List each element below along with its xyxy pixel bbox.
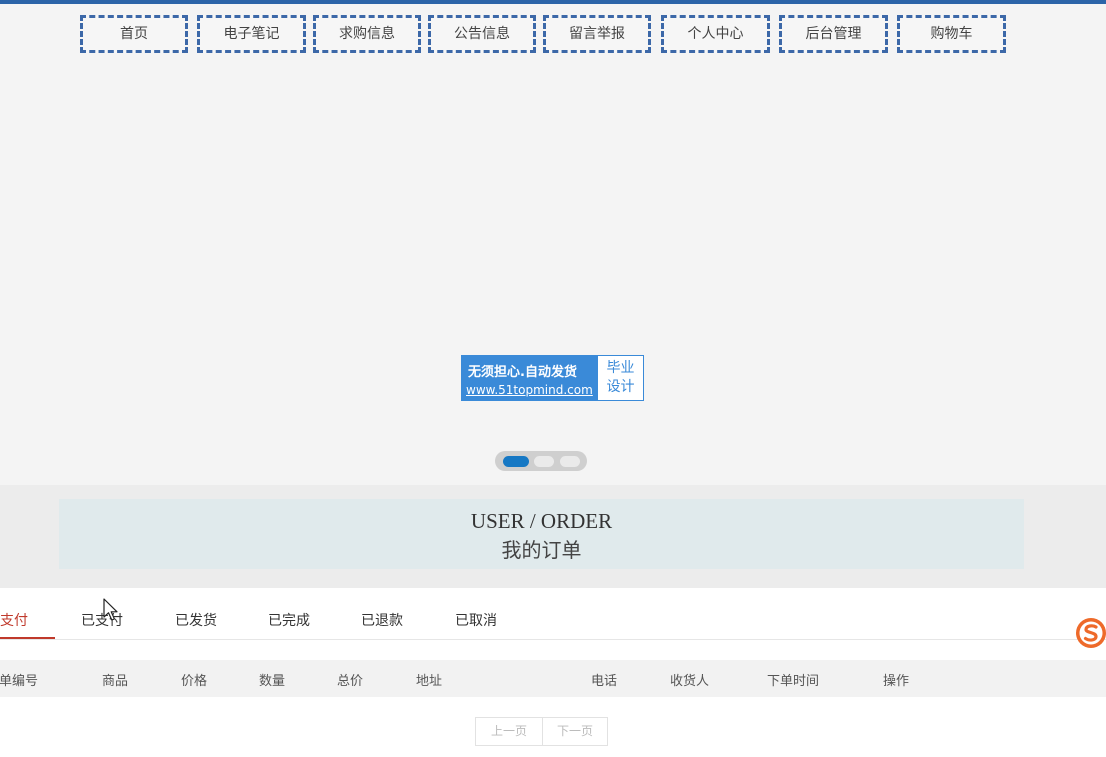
next-page-button[interactable]: 下一页 xyxy=(543,718,607,745)
tab-shipped[interactable]: 已发货 xyxy=(175,610,217,630)
column-header: 地址 xyxy=(416,674,443,689)
order-status-tabs: 未支付 已支付 已发货 已完成 已退款 已取消 xyxy=(0,588,1106,640)
column-header: 商品 xyxy=(102,674,129,689)
column-header: 订单编号 xyxy=(0,674,39,689)
prev-page-button[interactable]: 上一页 xyxy=(476,718,543,745)
active-tab-indicator xyxy=(0,637,55,639)
top-accent-bar xyxy=(0,0,1106,4)
nav-item-notes[interactable]: 电子笔记 xyxy=(197,15,306,53)
column-header: 数量 xyxy=(259,674,286,689)
sogou-ime-icon[interactable] xyxy=(1074,616,1106,650)
carousel-indicators xyxy=(495,451,587,471)
section-title-box: USER / ORDER 我的订单 xyxy=(59,499,1024,569)
watermark-logo: 无须担心.自动发货 www.51topmind.com 毕业 设计 xyxy=(461,355,644,401)
column-header: 价格 xyxy=(181,674,208,689)
section-title-en: USER / ORDER xyxy=(470,509,613,533)
logo-url: www.51topmind.com xyxy=(466,383,593,397)
carousel-dot-2[interactable] xyxy=(534,456,554,467)
nav-item-profile[interactable]: 个人中心 xyxy=(661,15,770,53)
nav-item-wanted[interactable]: 求购信息 xyxy=(313,15,421,53)
column-header: 操作 xyxy=(883,674,910,689)
nav-item-admin[interactable]: 后台管理 xyxy=(779,15,888,53)
column-header: 总价 xyxy=(337,674,364,689)
section-title-cn: 我的订单 xyxy=(501,538,582,562)
pagination: 上一页 下一页 xyxy=(475,717,608,746)
nav-item-cart[interactable]: 购物车 xyxy=(897,15,1006,53)
tab-cancelled[interactable]: 已取消 xyxy=(455,610,497,630)
column-header: 下单时间 xyxy=(767,674,820,689)
orders-table-header: 订单编号 商品 价格 数量 总价 地址 电话 收货人 下单时间 操作 xyxy=(0,660,1106,697)
main-nav: 首页 电子笔记 求购信息 公告信息 留言举报 个人中心 后台管理 购物车 xyxy=(0,15,1106,59)
nav-item-messages[interactable]: 留言举报 xyxy=(543,15,651,53)
nav-item-home[interactable]: 首页 xyxy=(80,15,188,53)
column-header: 电话 xyxy=(591,674,618,689)
logo-tag-top: 毕业 xyxy=(606,360,635,376)
banner-carousel xyxy=(0,60,1106,485)
tab-completed[interactable]: 已完成 xyxy=(268,610,310,630)
mouse-cursor-icon xyxy=(103,598,118,621)
logo-tag-bottom: 设计 xyxy=(606,379,635,395)
tab-unpaid[interactable]: 未支付 xyxy=(0,610,28,630)
tab-refunded[interactable]: 已退款 xyxy=(361,610,403,630)
orders-panel: 未支付 已支付 已发货 已完成 已退款 已取消 订单编号 商品 价格 数量 总价… xyxy=(0,588,1106,757)
carousel-dot-3[interactable] xyxy=(560,456,580,467)
column-header: 收货人 xyxy=(670,674,710,689)
logo-slogan: 无须担心.自动发货 xyxy=(468,365,577,380)
carousel-dot-1[interactable] xyxy=(503,456,529,467)
nav-item-notices[interactable]: 公告信息 xyxy=(428,15,536,53)
